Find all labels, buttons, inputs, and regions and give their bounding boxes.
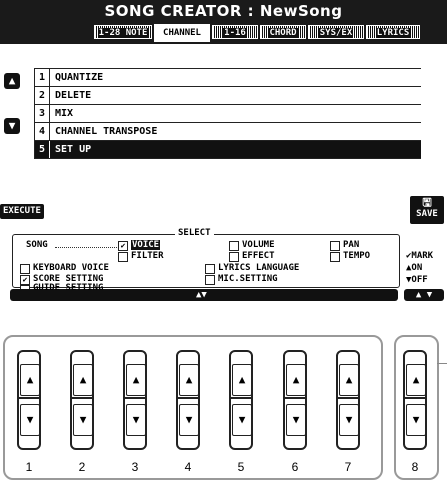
down-arrow-icon[interactable]: ▼	[406, 404, 426, 436]
tab-1-16[interactable]: 1-16	[212, 25, 258, 39]
hardware-button-6[interactable]: ▲ ▼	[283, 350, 307, 450]
up-arrow-icon[interactable]: ▲	[286, 364, 306, 396]
hardware-button-label: 2	[78, 460, 86, 474]
pan-checkbox[interactable]	[330, 241, 340, 251]
down-arrow-icon[interactable]: ▼	[232, 404, 252, 436]
button-divider	[178, 397, 198, 399]
menu-item-channel-transpose[interactable]: 4 CHANNEL TRANSPOSE	[35, 123, 421, 141]
button-divider	[231, 397, 251, 399]
down-arrow-icon[interactable]: ▼	[73, 404, 93, 436]
guide-setting-label: GUIDE SETTING	[33, 283, 104, 293]
up-arrow-icon[interactable]: ▲	[20, 364, 40, 396]
tab-note[interactable]: 1-28 NOTE	[94, 25, 152, 39]
pan-label: PAN	[343, 240, 360, 250]
mark-off: ▼OFF	[406, 275, 428, 285]
button-divider	[405, 397, 425, 399]
up-arrow-icon[interactable]: ▲	[179, 364, 199, 396]
tab-sysex[interactable]: SYS/EX	[308, 25, 364, 39]
lcd-screen: SONG CREATOR : NewSong 1-28 NOTE CHANNEL…	[0, 0, 447, 303]
up-arrow-icon[interactable]: ▲	[73, 364, 93, 396]
up-arrow-icon[interactable]: ▲	[406, 364, 426, 396]
hardware-button-label: 6	[291, 460, 299, 474]
voice-label: VOICE	[131, 240, 161, 250]
save-button[interactable]: 🖫 SAVE	[410, 196, 444, 224]
tab-lyrics[interactable]: LYRICS	[366, 25, 420, 39]
volume-checkbox[interactable]	[229, 241, 239, 251]
window-title: SONG CREATOR : NewSong	[0, 0, 447, 22]
hardware-button-3[interactable]: ▲ ▼	[123, 350, 147, 450]
tempo-label: TEMPO	[343, 251, 371, 261]
down-arrow-icon[interactable]: ▼	[20, 404, 40, 436]
keyboard-voice-checkbox[interactable]	[20, 264, 30, 274]
lyrics-language-label: LYRICS LANGUAGE	[218, 263, 300, 273]
hardware-button-1[interactable]: ▲ ▼	[17, 350, 41, 450]
down-triangle-icon[interactable]: ▼	[4, 118, 20, 134]
hardware-button-label: 4	[184, 460, 192, 474]
mark-arrows-icon: ▲ ▼	[415, 290, 433, 300]
tab-underline	[0, 42, 447, 44]
down-arrow-icon[interactable]: ▼	[179, 404, 199, 436]
function-menu: 1 QUANTIZE 2 DELETE 3 MIX 4 CHANNEL TRAN…	[34, 68, 421, 159]
button-divider	[72, 397, 92, 399]
button-divider	[125, 397, 145, 399]
hardware-button-8[interactable]: ▲ ▼	[403, 350, 427, 450]
menu-item-set-up[interactable]: 5 SET UP	[35, 141, 421, 159]
menu-item-delete[interactable]: 2 DELETE	[35, 87, 421, 105]
up-arrow-icon[interactable]: ▲	[232, 364, 252, 396]
tab-chord[interactable]: CHORD	[260, 25, 306, 39]
volume-label: VOLUME	[242, 240, 275, 250]
effect-label: EFFECT	[242, 251, 275, 261]
leader-dots	[55, 247, 117, 248]
hardware-button-label: 7	[344, 460, 352, 474]
mark-on: ▲ON	[406, 263, 423, 273]
up-down-arrows-icon: ▲▼	[196, 290, 207, 300]
filter-checkbox[interactable]	[118, 252, 128, 262]
filter-label: FILTER	[131, 251, 164, 261]
hardware-button-label: 8	[411, 460, 419, 474]
menu-item-mix[interactable]: 3 MIX	[35, 105, 421, 123]
mic-setting-checkbox[interactable]	[205, 275, 215, 285]
hardware-button-5[interactable]: ▲ ▼	[229, 350, 253, 450]
lyrics-language-checkbox[interactable]	[205, 264, 215, 274]
mic-setting-label: MIC.SETTING	[218, 274, 278, 284]
effect-checkbox[interactable]	[229, 252, 239, 262]
hardware-button-label: 5	[237, 460, 245, 474]
hardware-button-label: 1	[25, 460, 33, 474]
hardware-button-7[interactable]: ▲ ▼	[336, 350, 360, 450]
button-divider	[285, 397, 305, 399]
down-arrow-icon[interactable]: ▼	[339, 404, 359, 436]
hardware-button-2[interactable]: ▲ ▼	[70, 350, 94, 450]
button-divider	[338, 397, 358, 399]
tab-bar: 1-28 NOTE CHANNEL 1-16 CHORD SYS/EX LYRI…	[0, 22, 447, 42]
down-arrow-icon[interactable]: ▼	[126, 404, 146, 436]
hardware-button-4[interactable]: ▲ ▼	[176, 350, 200, 450]
up-triangle-icon[interactable]: ▲	[4, 73, 20, 89]
keyboard-voice-label: KEYBOARD VOICE	[33, 263, 109, 273]
mark-toggle-bar[interactable]: ▲ ▼	[404, 289, 444, 301]
voice-checkbox[interactable]	[118, 241, 128, 251]
select-panel-title: SELECT	[175, 228, 214, 238]
up-arrow-icon[interactable]: ▲	[339, 364, 359, 396]
song-label: SONG	[26, 240, 48, 250]
tempo-checkbox[interactable]	[330, 252, 340, 262]
button-divider	[19, 397, 39, 399]
mark-legend: ✔MARK ▲ON ▼OFF	[406, 250, 433, 286]
tab-channel[interactable]: CHANNEL	[154, 24, 210, 42]
down-arrow-icon[interactable]: ▼	[286, 404, 306, 436]
floppy-disk-icon: 🖫	[422, 196, 432, 209]
score-setting-checkbox[interactable]	[20, 275, 30, 285]
callout-line	[437, 363, 447, 364]
menu-item-quantize[interactable]: 1 QUANTIZE	[35, 68, 421, 87]
mark-title: ✔MARK	[406, 251, 434, 261]
execute-button[interactable]: EXECUTE	[0, 204, 44, 219]
hardware-button-label: 3	[131, 460, 139, 474]
up-arrow-icon[interactable]: ▲	[126, 364, 146, 396]
